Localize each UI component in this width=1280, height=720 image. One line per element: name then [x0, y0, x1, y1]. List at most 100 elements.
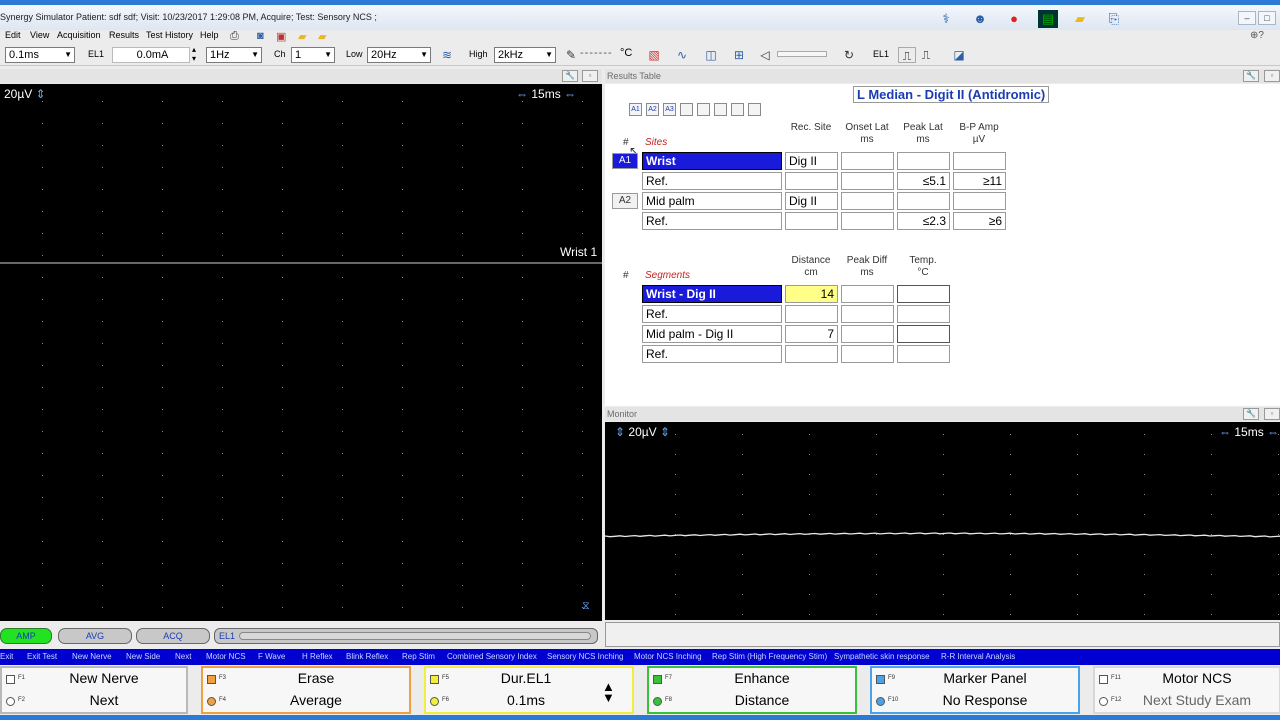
- marker-tag[interactable]: [697, 103, 710, 116]
- peak-lat-cell[interactable]: ≤2.3: [897, 212, 950, 230]
- peak-diff-cell[interactable]: [841, 325, 894, 343]
- monitor-pane[interactable]: ⇕ 20µV ⇕ ⇔ 15ms ⇔: [605, 422, 1280, 620]
- temp-cell[interactable]: [897, 285, 950, 303]
- marker-tag[interactable]: A3: [663, 103, 676, 116]
- patient-search-icon[interactable]: ☻: [970, 10, 990, 28]
- function-key-button[interactable]: F11 Motor NCS: [1095, 668, 1279, 690]
- wrench-icon[interactable]: 🔧: [1243, 408, 1259, 420]
- site-name-cell[interactable]: Mid palm: [642, 192, 782, 210]
- shortcut-new-nerve[interactable]: New Nerve: [72, 652, 112, 661]
- shortcut-rr-interval-analysis[interactable]: R-R Interval Analysis: [941, 652, 1015, 661]
- peak-diff-cell[interactable]: [841, 345, 894, 363]
- minimize-button[interactable]: –: [1238, 11, 1256, 25]
- speaker-icon[interactable]: ◁: [756, 47, 774, 63]
- monitor-sensitivity[interactable]: ⇕ 20µV ⇕: [615, 425, 670, 439]
- shortcut-motor-ncs-inching[interactable]: Motor NCS Inching: [634, 652, 702, 661]
- distance-cell[interactable]: 7: [785, 325, 838, 343]
- shortcut-sensory-ncs-inching[interactable]: Sensory NCS Inching: [547, 652, 623, 661]
- shortcut-combined-sensory-index[interactable]: Combined Sensory Index: [447, 652, 537, 661]
- peak-diff-cell[interactable]: [841, 305, 894, 323]
- grid-icon[interactable]: ⊞: [730, 47, 748, 63]
- temperature-field[interactable]: -------: [580, 47, 613, 59]
- menu-help[interactable]: Help: [200, 30, 219, 40]
- dur-up-down-arrows-icon[interactable]: ▲ ▼: [602, 680, 615, 704]
- shortcut-sympathetic-skin-response[interactable]: Sympathetic skin response: [834, 652, 930, 661]
- low-filter-select[interactable]: 20Hz ▼: [367, 47, 431, 63]
- volume-slider[interactable]: [777, 51, 827, 57]
- marker-tag[interactable]: [714, 103, 727, 116]
- camera-icon[interactable]: ◙: [257, 30, 264, 42]
- maximize-button[interactable]: □: [1258, 11, 1276, 25]
- distance-cell[interactable]: [785, 305, 838, 323]
- trace-sensitivity[interactable]: 20µV ⇕: [4, 87, 46, 101]
- record-icon[interactable]: ●: [1004, 10, 1024, 28]
- acq-indicator[interactable]: ACQ: [136, 628, 210, 644]
- folder-icon[interactable]: ▰: [1070, 10, 1090, 28]
- segment-name-cell[interactable]: Wrist - Dig II: [642, 285, 782, 303]
- avg-indicator[interactable]: AVG: [58, 628, 132, 644]
- channel-select[interactable]: 1 ▼: [291, 47, 335, 63]
- function-key-button[interactable]: F3 Erase: [203, 668, 409, 690]
- waveform-trace-pane[interactable]: 20µV ⇕ ⇔ 15ms ⇔ Wrist 1 ⧖: [0, 84, 602, 621]
- site-name-cell[interactable]: Wrist: [642, 152, 782, 170]
- amp-indicator[interactable]: AMP: [0, 628, 52, 644]
- report-icon[interactable]: ⎘: [1104, 10, 1124, 28]
- function-key-button[interactable]: F10 No Response: [872, 690, 1078, 712]
- wave-icon[interactable]: ∿: [673, 47, 691, 63]
- shortcut-next[interactable]: Next: [175, 652, 191, 661]
- function-key-button[interactable]: F12 Next Study Exam: [1095, 690, 1279, 712]
- trace-sweep[interactable]: ⇔ 15ms ⇔: [516, 87, 576, 101]
- function-key-button[interactable]: F2 Next: [2, 690, 186, 712]
- timebase-select[interactable]: 0.1ms ▼: [5, 47, 75, 63]
- onset-lat-cell[interactable]: [841, 152, 894, 170]
- shortcut-f-wave[interactable]: F Wave: [258, 652, 285, 661]
- marker-tag[interactable]: [748, 103, 761, 116]
- marker-tag[interactable]: [680, 103, 693, 116]
- restore-icon[interactable]: ▫: [1264, 408, 1280, 420]
- peak-lat-cell[interactable]: [897, 192, 950, 210]
- bp-amp-cell[interactable]: ≥6: [953, 212, 1006, 230]
- restore-icon[interactable]: ▫: [582, 70, 598, 82]
- menu-edit[interactable]: Edit: [5, 30, 21, 40]
- pen-icon[interactable]: ✎: [562, 47, 580, 63]
- menu-results[interactable]: Results: [109, 30, 139, 40]
- function-key-button[interactable]: F8 Distance: [649, 690, 855, 712]
- add-patient-icon[interactable]: ⚕: [936, 10, 956, 28]
- monitor-sweep[interactable]: ⇔ 15ms ⇔: [1219, 425, 1279, 439]
- menu-view[interactable]: View: [30, 30, 49, 40]
- site-marker-button[interactable]: A2: [612, 193, 638, 209]
- onset-lat-cell[interactable]: [841, 212, 894, 230]
- wrench-icon[interactable]: 🔧: [1243, 70, 1259, 82]
- site-name-cell[interactable]: Ref.: [642, 172, 782, 190]
- shortcut-new-side[interactable]: New Side: [126, 652, 160, 661]
- rec-site-cell[interactable]: [785, 172, 838, 190]
- rate-select[interactable]: 1Hz ▼: [206, 47, 262, 63]
- shortcut-exit[interactable]: Exit: [0, 652, 13, 661]
- bp-amp-cell[interactable]: [953, 152, 1006, 170]
- peak-diff-cell[interactable]: [841, 285, 894, 303]
- function-key-button[interactable]: F1 New Nerve: [2, 668, 186, 690]
- site-marker-button[interactable]: A1: [612, 153, 638, 169]
- shortcut-rep-stim[interactable]: Rep Stim: [402, 652, 435, 661]
- bp-amp-cell[interactable]: ≥11: [953, 172, 1006, 190]
- shortcut-rep-stim-high-frequency[interactable]: Rep Stim (High Frequency Stim): [712, 652, 827, 661]
- help-icon[interactable]: ⊕?: [1250, 30, 1264, 41]
- menu-test-history[interactable]: Test History: [146, 30, 193, 40]
- bp-amp-cell[interactable]: [953, 192, 1006, 210]
- rec-site-cell[interactable]: [785, 212, 838, 230]
- biphasic-pulse-icon[interactable]: ⎍: [917, 47, 935, 63]
- waveform-view-icon[interactable]: ▧: [645, 47, 663, 63]
- function-key-button[interactable]: F9 Marker Panel: [872, 668, 1078, 690]
- el1-indicator[interactable]: EL1: [214, 628, 598, 644]
- high-filter-select[interactable]: 2kHz ▼: [494, 47, 556, 63]
- peak-lat-cell[interactable]: [897, 152, 950, 170]
- segment-name-cell[interactable]: Ref.: [642, 345, 782, 363]
- wrench-icon[interactable]: 🔧: [562, 70, 578, 82]
- capture-icon[interactable]: ▣: [276, 30, 286, 43]
- print-icon[interactable]: ⎙: [230, 30, 239, 43]
- rec-site-cell[interactable]: Dig II: [785, 152, 838, 170]
- function-key-button[interactable]: F4 Average: [203, 690, 409, 712]
- temp-cell[interactable]: [897, 345, 950, 363]
- onset-lat-cell[interactable]: [841, 192, 894, 210]
- temp-cell[interactable]: [897, 305, 950, 323]
